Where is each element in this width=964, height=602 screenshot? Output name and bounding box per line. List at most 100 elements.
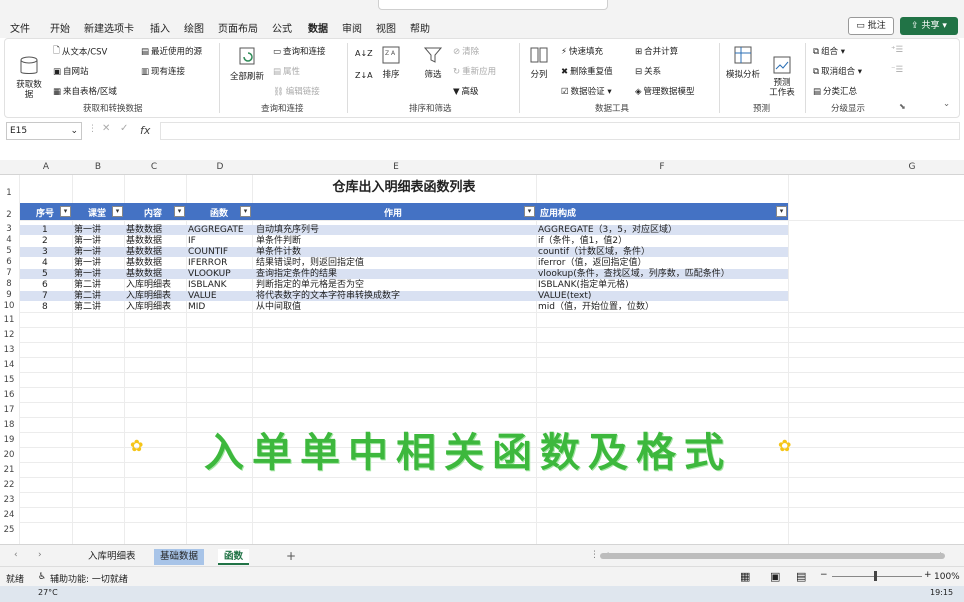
scroll-right-icon[interactable]: › [38, 550, 42, 560]
menu-data[interactable]: 数据 [308, 20, 328, 40]
column-header[interactable]: D [212, 162, 228, 172]
filter-dropdown-icon[interactable]: ▾ [776, 206, 787, 217]
row-header[interactable]: 19 [0, 435, 18, 445]
filter-dropdown-icon[interactable]: ▾ [524, 206, 535, 217]
share-button[interactable]: ⇪ 共享 ▾ [900, 17, 958, 35]
table-row[interactable]: 2 第一讲 基数数据 IF 单条件判断 if（条件，值1，值2） [20, 236, 788, 246]
clear-filter-button[interactable]: ⊘ 清除 [453, 45, 479, 58]
row-header[interactable]: 4 [0, 235, 18, 245]
horizontal-scrollbar[interactable] [600, 553, 945, 559]
function-icon[interactable]: fx [140, 124, 150, 137]
sheet-tab-inbound[interactable]: 入库明细表 [82, 549, 142, 565]
weather-temp[interactable]: 27°C [38, 588, 58, 597]
row-header[interactable]: 8 [0, 279, 18, 289]
accessibility-status[interactable]: 辅助功能: 一切就绪 [50, 572, 128, 585]
column-header[interactable]: E [388, 162, 404, 172]
outline-launcher-icon[interactable]: ⬊ [899, 102, 906, 111]
menu-formulas[interactable]: 公式 [272, 20, 292, 35]
table-row[interactable]: 4 第一讲 基数数据 IFERROR 结果错误时，则返回指定值 iferror（… [20, 258, 788, 268]
reapply-button[interactable]: ↻ 重新应用 [453, 65, 496, 78]
normal-view-icon[interactable]: ▦ [740, 570, 750, 583]
name-box[interactable]: E15 ⌄ [6, 122, 82, 140]
table-row[interactable]: 5 第一讲 基数数据 VLOOKUP 查询指定条件的结果 vlookup(条件，… [20, 269, 788, 279]
add-sheet-icon[interactable]: + [286, 549, 296, 563]
row-header[interactable]: 20 [0, 450, 18, 460]
accessibility-icon[interactable]: ♿ [38, 572, 46, 582]
row-header[interactable]: 14 [0, 360, 18, 370]
menu-insert[interactable]: 插入 [150, 20, 170, 35]
properties-button[interactable]: ▤ 属性 [273, 65, 300, 78]
row-header[interactable]: 24 [0, 510, 18, 520]
row-header[interactable]: 6 [0, 257, 18, 267]
row-header[interactable]: 21 [0, 465, 18, 475]
column-header[interactable]: G [904, 162, 920, 172]
sheet-tab-functions[interactable]: 函数 [218, 549, 250, 565]
table-row[interactable]: 6 第二讲 入库明细表 ISBLANK 判断指定的单元格是否为空 ISBLANK… [20, 280, 788, 290]
row-header[interactable]: 16 [0, 390, 18, 400]
row-header[interactable]: 3 [0, 224, 18, 234]
show-detail-icon[interactable]: ⁺☰ [891, 45, 903, 55]
page-layout-view-icon[interactable]: ▣ [770, 570, 780, 583]
zoom-level[interactable]: 100% [934, 572, 960, 582]
formula-input[interactable] [160, 122, 960, 140]
table-row[interactable]: 3 第一讲 基数数据 COUNTIF 单条件计数 countif（计数区域，条件… [20, 247, 788, 257]
sort-za-button[interactable]: Z↓A [355, 71, 373, 80]
more-sheets-icon[interactable]: ⋮ [590, 550, 599, 560]
advanced-filter-button[interactable]: ▼ 高级 [453, 85, 479, 98]
row-header[interactable]: 18 [0, 420, 18, 430]
filter-dropdown-icon[interactable]: ▾ [60, 206, 71, 217]
title-search-box[interactable] [378, 0, 608, 10]
from-csv-button[interactable]: 🗋 从文本/CSV [53, 45, 107, 59]
refresh-all-button[interactable]: 全部刷新 [227, 45, 267, 82]
clock[interactable]: 19:15 [930, 588, 953, 597]
remove-duplicates-button[interactable]: ✖ 删除重复值 [561, 65, 613, 78]
menu-file[interactable]: 文件 [10, 20, 30, 35]
filter-dropdown-icon[interactable]: ▾ [240, 206, 251, 217]
menu-help[interactable]: 帮助 [410, 20, 430, 35]
confirm-icon[interactable]: ✓ [120, 123, 128, 134]
row-header[interactable]: 10 [0, 301, 18, 311]
column-header[interactable]: B [90, 162, 106, 172]
group-button[interactable]: ⧉ 组合 ▾ [813, 45, 845, 58]
spreadsheet-grid[interactable]: A B C D E F G 1 2 3 4 5 6 7 8 9 10 11 12… [0, 160, 964, 544]
row-header[interactable]: 9 [0, 290, 18, 300]
edit-links-button[interactable]: ⛓ 编辑链接 [273, 85, 320, 98]
collapse-ribbon-icon[interactable]: ⌄ [943, 99, 950, 109]
menu-page-layout[interactable]: 页面布局 [218, 20, 258, 35]
menu-review[interactable]: 审阅 [342, 20, 362, 35]
relationships-button[interactable]: ⊟ 关系 [635, 65, 661, 78]
column-header[interactable]: C [146, 162, 162, 172]
from-web-button[interactable]: ▣ 自网站 [53, 65, 89, 78]
menu-view[interactable]: 视图 [376, 20, 396, 35]
from-table-button[interactable]: ▦ 来自表格/区域 [53, 85, 117, 98]
row-header[interactable]: 23 [0, 495, 18, 505]
page-break-view-icon[interactable]: ▤ [796, 570, 806, 583]
ungroup-button[interactable]: ⧉ 取消组合 ▾ [813, 65, 862, 78]
row-header[interactable]: 13 [0, 345, 18, 355]
row-header[interactable]: 15 [0, 375, 18, 385]
data-validation-button[interactable]: ☑ 数据验证 ▾ [561, 85, 612, 98]
split-column-button[interactable]: 分列 [527, 45, 551, 80]
subtotal-button[interactable]: ▤ 分类汇总 [813, 85, 857, 98]
row-header[interactable]: 22 [0, 480, 18, 490]
zoom-slider[interactable] [832, 576, 922, 577]
cancel-icon[interactable]: ✕ [102, 123, 110, 134]
sort-button[interactable]: Z A 排序 [379, 45, 403, 80]
data-model-button[interactable]: ◈ 管理数据模型 [635, 85, 695, 98]
flash-fill-button[interactable]: ⚡ 快速填充 [561, 45, 603, 58]
column-header[interactable]: A [38, 162, 54, 172]
row-header[interactable]: 2 [0, 210, 18, 220]
menu-home[interactable]: 开始 [50, 20, 70, 35]
sheet-tab-base-data[interactable]: 基础数据 [154, 549, 205, 565]
table-row[interactable]: 7 第二讲 入库明细表 VALUE 将代表数字的文本字符串转换成数字 VALUE… [20, 291, 788, 301]
filter-dropdown-icon[interactable]: ▾ [174, 206, 185, 217]
table-row[interactable]: 8 第二讲 入库明细表 MID 从中间取值 mid（值，开始位置，位数） [20, 302, 788, 312]
queries-connections-button[interactable]: ▭ 查询和连接 [273, 45, 326, 58]
what-if-button[interactable]: 模拟分析 [725, 45, 761, 80]
existing-connections-button[interactable]: ▥ 现有连接 [141, 65, 185, 78]
zoom-out-icon[interactable]: − [820, 570, 828, 580]
row-header[interactable]: 5 [0, 246, 18, 256]
consolidate-button[interactable]: ⊞ 合并计算 [635, 45, 678, 58]
table-row[interactable]: 1 第一讲 基数数据 AGGREGATE 自动填充序列号 AGGREGATE（3… [20, 225, 788, 235]
sort-az-button[interactable]: A↓Z [355, 49, 373, 58]
